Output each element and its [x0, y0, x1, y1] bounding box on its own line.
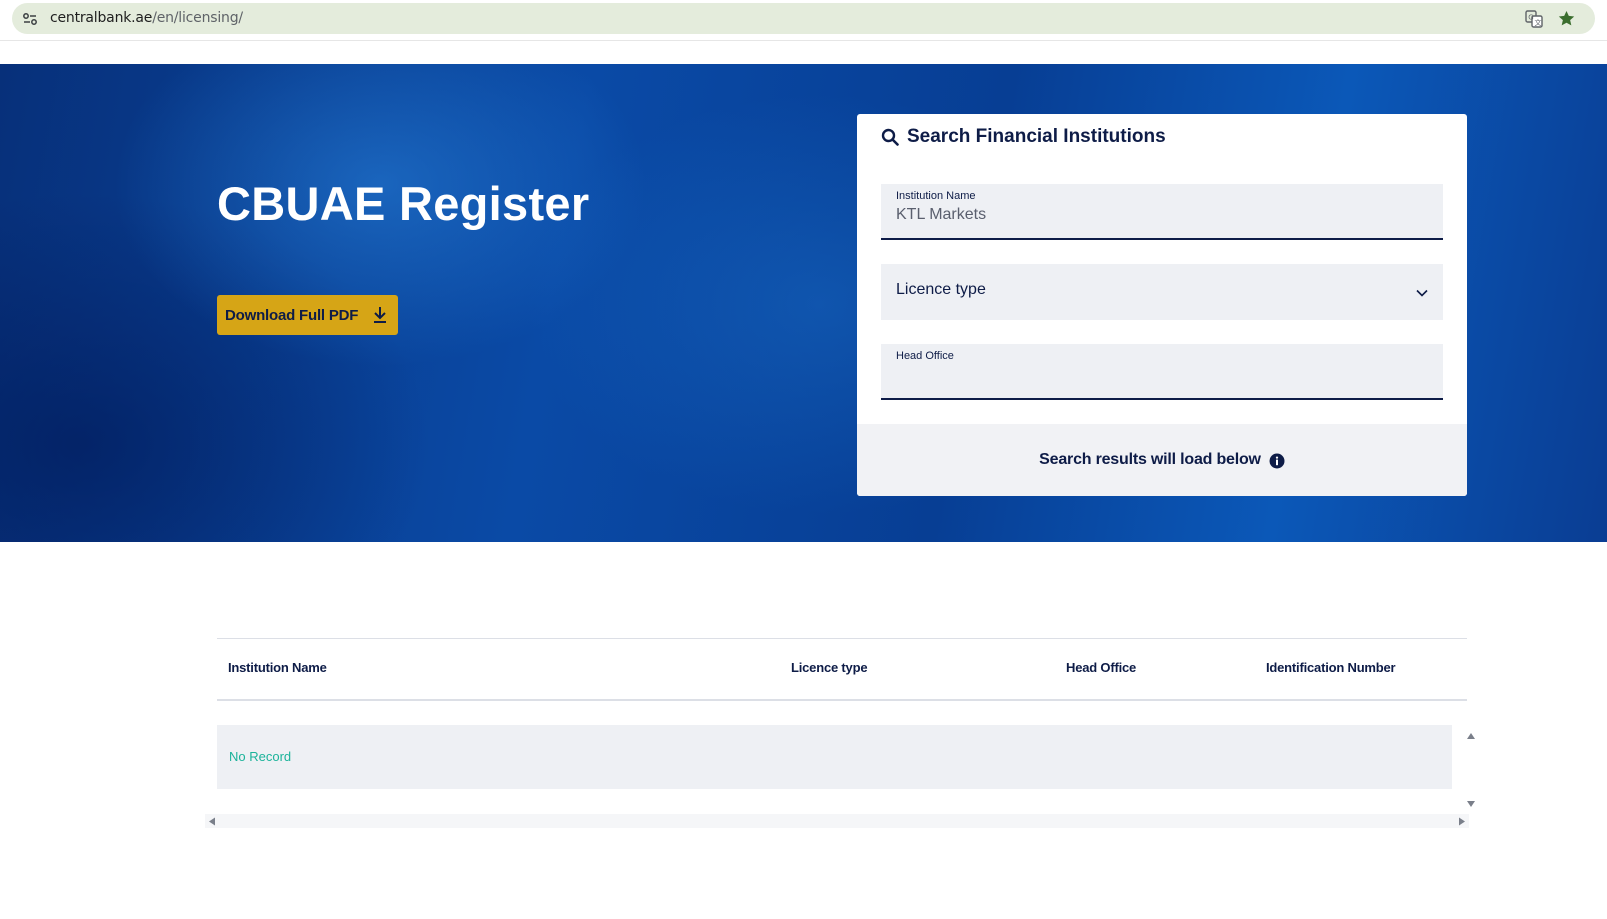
no-record-text: No Record — [229, 749, 292, 764]
scroll-left-arrow-icon[interactable] — [208, 817, 216, 826]
licence-type-select[interactable]: Licence type — [881, 264, 1443, 320]
results-note-text: Search results will load below — [1039, 451, 1261, 468]
search-icon — [881, 128, 899, 146]
head-office-field[interactable]: Head Office — [881, 344, 1443, 400]
search-card-title: Search Financial Institutions — [907, 126, 1166, 147]
page-title: CBUAE Register — [217, 177, 590, 230]
head-office-label: Head Office — [896, 350, 954, 362]
bookmark-star-icon[interactable] — [1557, 9, 1576, 28]
search-card-header: Search Financial Institutions — [881, 126, 1166, 148]
table-row: No Record — [217, 725, 1452, 789]
download-icon — [374, 307, 386, 323]
table-header: Institution Name Licence type Head Offic… — [217, 638, 1467, 701]
scroll-up-arrow-icon[interactable] — [1466, 732, 1476, 740]
table-divider — [217, 638, 1467, 639]
column-header-licence-type[interactable]: Licence type — [791, 660, 868, 675]
url-path: /en/licensing/ — [152, 10, 243, 26]
search-card: Search Financial Institutions Institutio… — [857, 114, 1467, 496]
info-icon[interactable] — [1269, 453, 1285, 469]
column-header-identification-number[interactable]: Identification Number — [1266, 660, 1396, 675]
horizontal-scrollbar[interactable] — [205, 814, 1469, 828]
site-info-icon[interactable] — [22, 11, 38, 27]
download-pdf-button[interactable]: Download Full PDF — [217, 295, 398, 335]
svg-text:G: G — [1528, 14, 1533, 22]
url-text[interactable]: centralbank.ae/en/licensing/ — [50, 10, 243, 26]
institution-name-field[interactable]: Institution Name KTL Markets — [881, 184, 1443, 240]
institution-name-label: Institution Name — [896, 190, 976, 202]
column-header-head-office[interactable]: Head Office — [1066, 660, 1136, 675]
institution-name-value[interactable]: KTL Markets — [896, 206, 986, 224]
translate-icon[interactable]: G 文 — [1525, 10, 1543, 28]
column-header-institution-name[interactable]: Institution Name — [228, 660, 327, 675]
svg-text:文: 文 — [1535, 18, 1542, 27]
scroll-down-arrow-icon[interactable] — [1466, 800, 1476, 808]
chevron-down-icon — [1416, 289, 1428, 297]
hero-banner: CBUAE Register Download Full PDF Search … — [0, 64, 1607, 542]
download-pdf-label: Download Full PDF — [225, 306, 359, 324]
licence-type-selected: Licence type — [896, 281, 986, 298]
url-host: centralbank.ae — [50, 10, 153, 26]
scroll-right-arrow-icon[interactable] — [1458, 817, 1466, 826]
address-bar[interactable]: centralbank.ae/en/licensing/ G 文 — [12, 3, 1595, 34]
head-office-input[interactable] — [896, 368, 1426, 392]
browser-toolbar: centralbank.ae/en/licensing/ G 文 — [0, 0, 1607, 41]
search-results-note: Search results will load below — [857, 424, 1467, 496]
